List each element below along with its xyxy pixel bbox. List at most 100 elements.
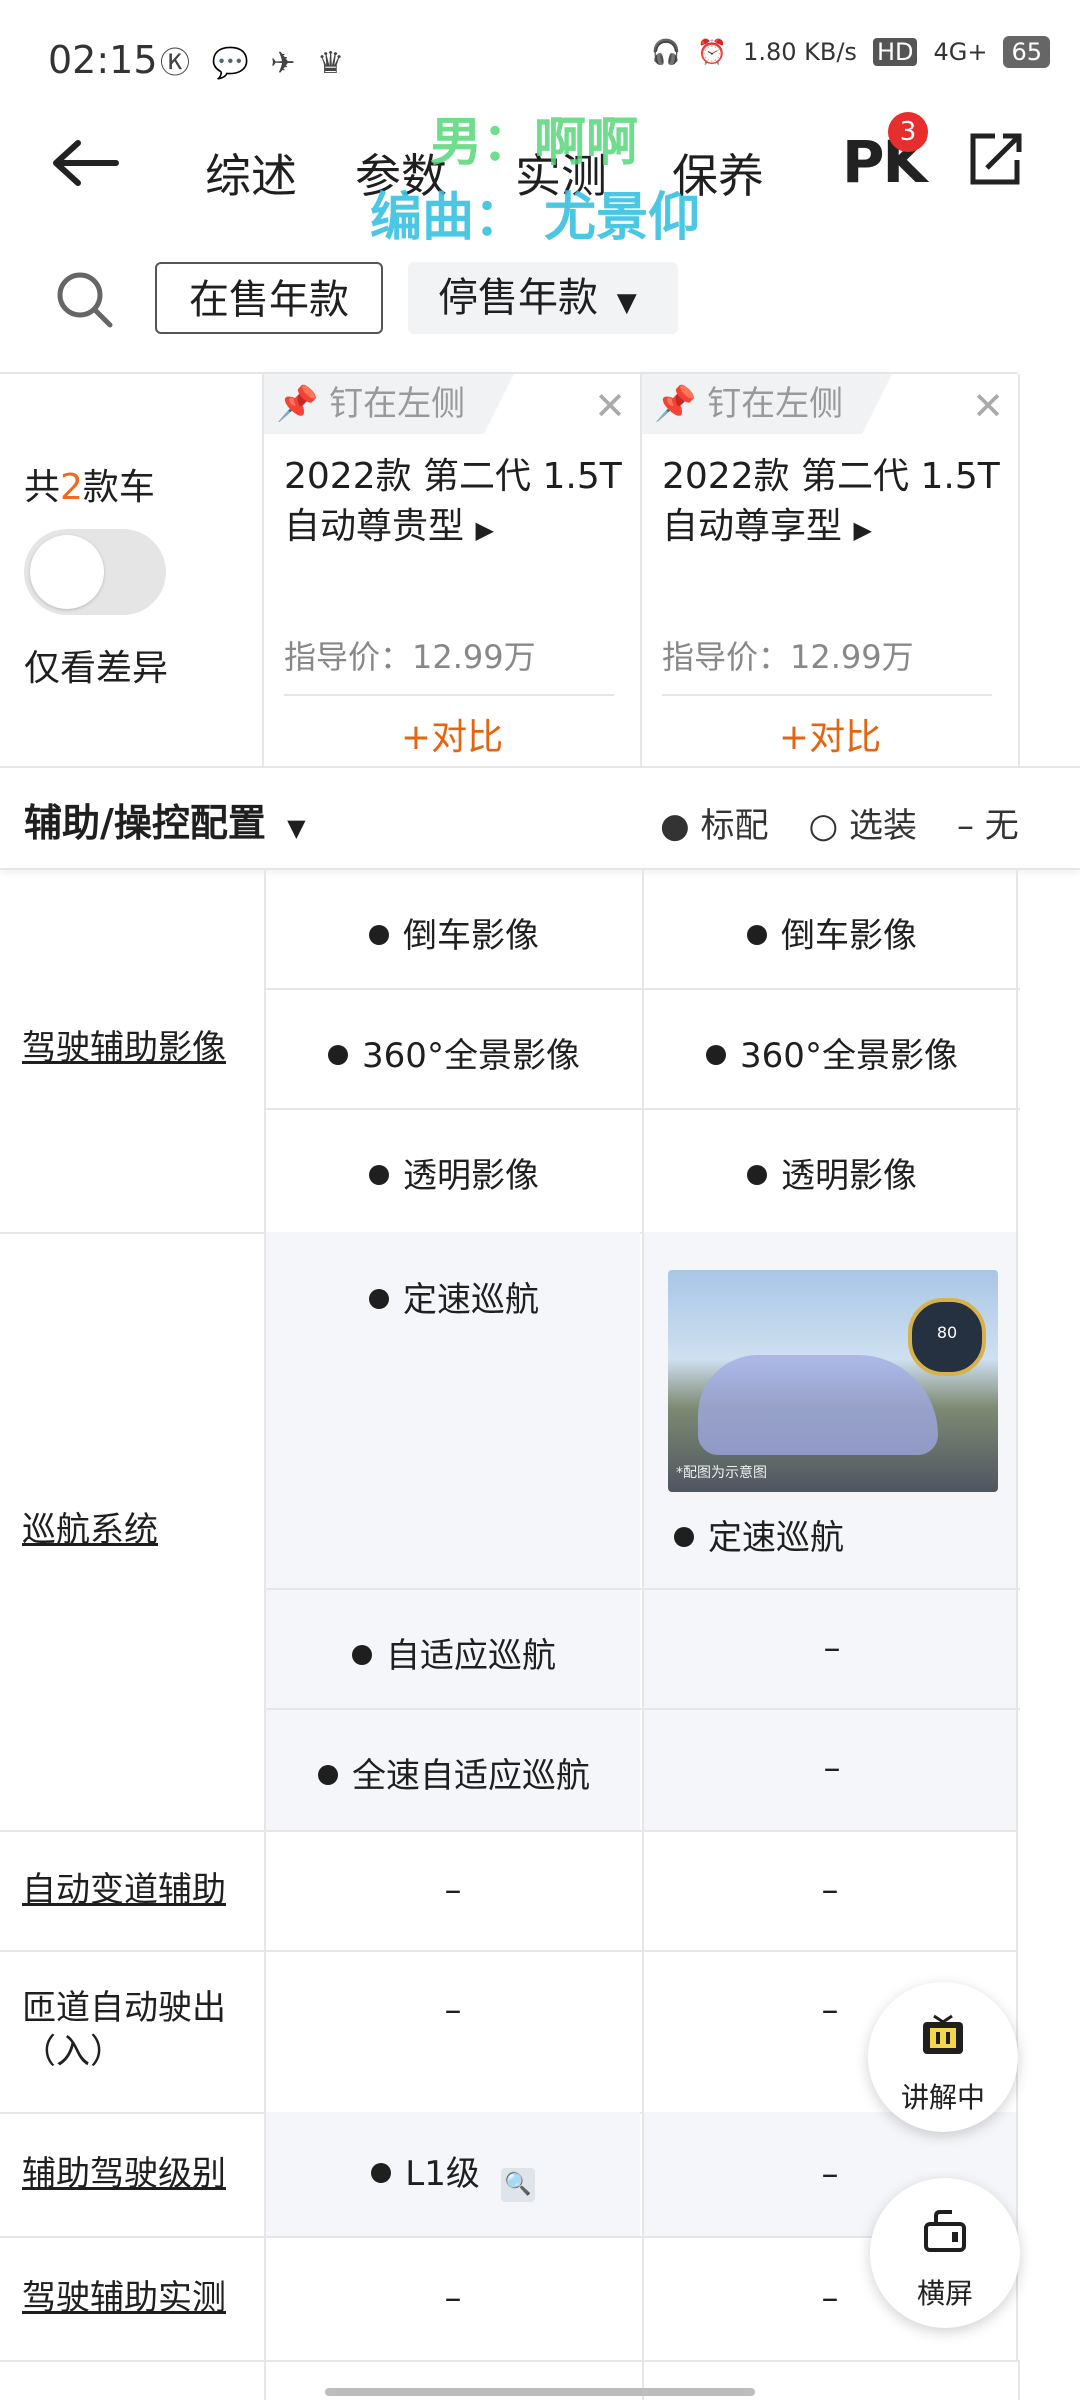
table-row-lane-change: 自动变道辅助 – – xyxy=(0,1830,1018,1952)
legend-none-label: 无 xyxy=(984,806,1019,846)
battery-icon: 65 xyxy=(1003,36,1050,68)
toggle-knob xyxy=(30,535,104,609)
tab-overview[interactable]: 综述 xyxy=(205,140,297,206)
cell-car1: – xyxy=(264,1950,640,2112)
legend-optional: ○ 选装 xyxy=(808,806,917,846)
status-bar: 02:15 Ⓚ 💬 ✈ ♛ 🎧 ⏰ 1.80 KB/s HD 4G+ 65 xyxy=(0,0,1080,110)
feature-item: 自适应巡航 xyxy=(266,1628,642,1677)
legend-optional-label: 选装 xyxy=(848,806,917,846)
divider xyxy=(1018,2360,1020,2400)
add-compare-button[interactable]: +对比 xyxy=(264,708,640,760)
search-icon[interactable] xyxy=(55,270,115,330)
feature-text: 定速巡航 xyxy=(708,1518,844,1558)
feature-none: – xyxy=(823,1628,841,1668)
signal-icon: 4G+ xyxy=(933,38,988,66)
lyric-overlay-line2: 编曲： 尤景仰 xyxy=(370,188,701,248)
feature-text: 定速巡航 xyxy=(403,1280,539,1320)
cell-car1: L1级 🔍 xyxy=(264,2112,640,2236)
cell-car1: 定速巡航 自适应巡航 全速自适应巡航 xyxy=(264,1232,642,1830)
feature-item: 透明影像 xyxy=(644,1148,1020,1197)
divider xyxy=(662,694,992,696)
back-arrow-icon[interactable] xyxy=(50,138,120,188)
home-indicator[interactable] xyxy=(325,2388,755,2396)
car-count: 共2款车 xyxy=(24,458,155,510)
feature-item: 透明影像 xyxy=(266,1148,642,1197)
table-row-cruise: 巡航系统 定速巡航 自适应巡航 全速自适应巡航 80 *配图为示意图 定速巡航 … xyxy=(0,1232,1020,1832)
table-row-level: 辅助驾驶级别 L1级 🔍 – xyxy=(0,2112,1018,2238)
divider xyxy=(644,1708,1020,1710)
status-right: 🎧 ⏰ 1.80 KB/s HD 4G+ 65 xyxy=(651,36,1050,68)
add-compare-button[interactable]: +对比 xyxy=(642,708,1018,760)
pk-count-badge: 3 xyxy=(888,112,928,152)
share-icon[interactable] xyxy=(965,130,1025,190)
section-dropdown[interactable]: 辅助/操控配置 ▼ xyxy=(24,792,306,847)
feature-item: 360°全景影像 xyxy=(266,1028,642,1077)
magnify-info-icon[interactable]: 🔍 xyxy=(500,2168,535,2202)
net-speed: 1.80 KB/s xyxy=(743,38,857,66)
count-number: 2 xyxy=(60,467,83,508)
headphone-icon: 🎧 xyxy=(651,38,682,66)
feature-item: 全速自适应巡航 xyxy=(266,1748,642,1797)
car-column-1: 📌 钉在左侧 ✕ 2022款 第二代 1.5T 自动尊贵型 ▶ 指导价：12.9… xyxy=(262,374,640,766)
discontinued-label: 停售年款 xyxy=(438,275,598,321)
feature-item: 定速巡航 xyxy=(644,1510,1020,1559)
divider xyxy=(266,1588,642,1590)
lyric-overlay-line1: 男：啊啊 xyxy=(430,113,639,173)
count-suffix: 款车 xyxy=(82,467,155,508)
compare-header: 共2款车 仅看差异 📌 钉在左侧 ✕ 2022款 第二代 1.5T 自动尊贵型 … xyxy=(0,372,1020,766)
speed-gauge-icon: 80 xyxy=(908,1298,986,1376)
standard-dot-icon xyxy=(369,925,389,945)
explaining-float-button[interactable]: 讲解中 xyxy=(868,1982,1018,2132)
row-label: 匝道自动驶出（入） xyxy=(22,1988,226,2072)
diff-only-toggle[interactable] xyxy=(24,529,166,615)
divider xyxy=(264,2360,266,2400)
discontinued-years-dropdown[interactable]: 停售年款 ▼ xyxy=(408,262,678,334)
landscape-float-button[interactable]: 横屏 xyxy=(870,2178,1020,2328)
feature-text: 360°全景影像 xyxy=(362,1036,580,1076)
pin-label: 钉在左侧 xyxy=(707,384,844,424)
car-illustration xyxy=(698,1355,938,1455)
car-model-name[interactable]: 2022款 第二代 1.5T 自动尊享型 ▶ xyxy=(662,452,1002,555)
legend: ● 标配 ○ 选装 – 无 xyxy=(660,798,1019,847)
car-model-text: 2022款 第二代 1.5T 自动尊贵型 xyxy=(284,456,622,547)
row-label[interactable]: 驾驶辅助影像 xyxy=(22,1026,226,1070)
car-model-name[interactable]: 2022款 第二代 1.5T 自动尊贵型 ▶ xyxy=(284,452,624,555)
feature-text: 透明影像 xyxy=(403,1156,539,1196)
divider xyxy=(644,1108,1020,1110)
row-label[interactable]: 自动变道辅助 xyxy=(22,1868,226,1912)
cell-car2: – xyxy=(642,1830,1018,1950)
feature-text: 自适应巡航 xyxy=(386,1636,556,1676)
close-icon[interactable]: ✕ xyxy=(594,384,626,428)
row-label[interactable]: 巡航系统 xyxy=(22,1508,158,1552)
section-header: 辅助/操控配置 ▼ ● 标配 ○ 选装 – 无 xyxy=(0,766,1080,870)
legend-standard: ● 标配 xyxy=(660,806,769,846)
close-icon[interactable]: ✕ xyxy=(972,384,1004,428)
feature-text: 360°全景影像 xyxy=(740,1036,958,1076)
cruise-illustration-image[interactable]: 80 *配图为示意图 xyxy=(668,1270,998,1492)
standard-dot-icon xyxy=(747,925,767,945)
legend-standard-label: 标配 xyxy=(700,806,769,846)
notification-icons: Ⓚ 💬 ✈ ♛ xyxy=(160,46,350,81)
row-label[interactable]: 驾驶辅助实测 xyxy=(22,2276,226,2320)
guide-price: 指导价：12.99万 xyxy=(662,638,914,676)
pin-label: 钉在左侧 xyxy=(329,384,466,424)
guide-price: 指导价：12.99万 xyxy=(284,638,536,676)
car-column-2: 📌 钉在左侧 ✕ 2022款 第二代 1.5T 自动尊享型 ▶ 指导价：12.9… xyxy=(640,374,1020,766)
on-sale-years-button[interactable]: 在售年款 xyxy=(155,262,383,334)
compare-left-panel: 共2款车 仅看差异 xyxy=(0,374,262,766)
feature-item: 倒车影像 xyxy=(644,908,1020,957)
landscape-label: 横屏 xyxy=(916,2277,973,2310)
play-triangle-icon: ▶ xyxy=(853,516,872,544)
divider xyxy=(266,1108,642,1110)
legend-none: – 无 xyxy=(956,806,1019,846)
pin-left-button[interactable]: 📌 钉在左侧 xyxy=(264,374,514,434)
play-triangle-icon: ▶ xyxy=(475,516,494,544)
cell-car1: 倒车影像 360°全景影像 透明影像 xyxy=(264,868,642,1232)
pin-left-button[interactable]: 📌 钉在左侧 xyxy=(642,374,892,434)
feature-text: L1级 xyxy=(405,2154,480,2194)
section-title: 辅助/操控配置 xyxy=(24,801,266,845)
divider xyxy=(266,1708,642,1710)
standard-dot-icon xyxy=(328,1045,349,1065)
standard-dot-icon xyxy=(747,1165,767,1185)
row-label[interactable]: 辅助驾驶级别 xyxy=(22,2152,226,2196)
